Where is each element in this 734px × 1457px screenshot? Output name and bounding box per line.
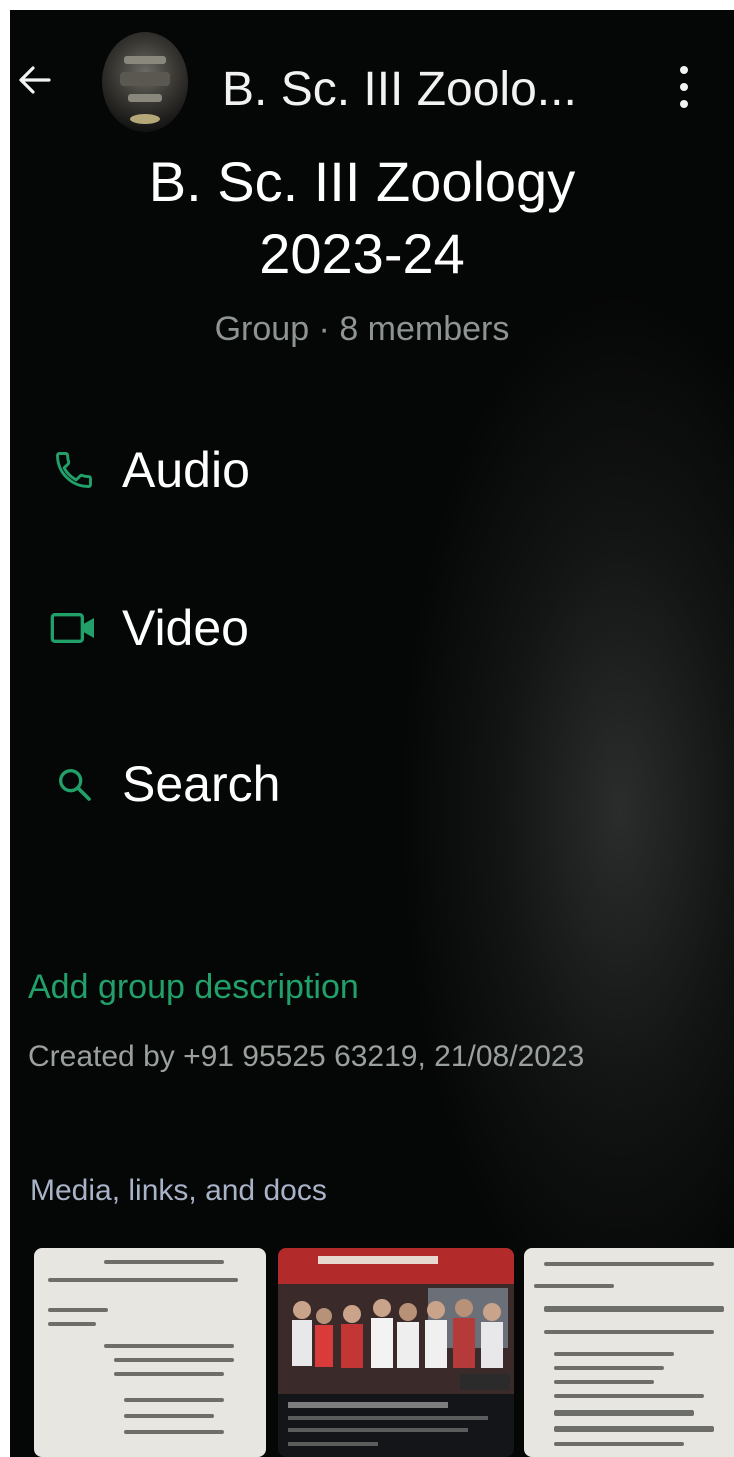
group-meta: Group · 8 members	[214, 310, 510, 348]
document-text-line	[544, 1330, 714, 1334]
document-text-line	[534, 1284, 614, 1288]
document-text-line	[554, 1394, 704, 1398]
media-thumbnail-photo[interactable]	[278, 1248, 514, 1457]
document-text-line	[124, 1398, 224, 1402]
app-bar-title: B. Sc. III Zoolo...	[222, 63, 577, 116]
video-camera-icon	[46, 600, 102, 656]
search-label: Search	[122, 756, 281, 812]
emblem-shape	[124, 56, 166, 64]
emblem-shape	[130, 114, 160, 124]
document-text-line	[104, 1260, 224, 1264]
emblem-shape	[120, 72, 170, 86]
created-by-text: Created by +91 95525 63219, 21/08/2023	[28, 1040, 585, 1073]
document-text-line	[554, 1442, 684, 1446]
search-button[interactable]: Search	[46, 744, 280, 824]
document-text-line	[554, 1410, 694, 1416]
document-text-line	[48, 1322, 96, 1326]
document-text-line	[554, 1352, 674, 1356]
media-links-docs-header[interactable]: Media, links, and docs	[30, 1174, 327, 1208]
app-bar: B. Sc. III Zoolo...	[10, 10, 734, 140]
document-text-line	[554, 1366, 664, 1370]
more-dot-icon	[680, 82, 688, 91]
document-text-line	[124, 1430, 224, 1434]
group-photo-image	[278, 1248, 514, 1446]
audio-call-button[interactable]: Audio	[46, 430, 250, 510]
document-text-line	[114, 1372, 224, 1376]
more-options-button[interactable]	[672, 62, 696, 112]
back-arrow-icon	[19, 66, 51, 94]
phone-icon	[46, 442, 102, 498]
more-dot-icon	[680, 66, 688, 75]
media-thumbnail-document[interactable]	[34, 1248, 266, 1457]
document-text-line	[544, 1262, 714, 1266]
add-group-description-link[interactable]: Add group description	[28, 968, 359, 1007]
more-dot-icon	[680, 99, 688, 108]
document-text-line	[114, 1358, 234, 1362]
emblem-shape	[128, 94, 162, 102]
back-button[interactable]	[14, 60, 54, 100]
group-name[interactable]: B. Sc. III Zoology 2023-24	[117, 146, 607, 290]
document-text-line	[554, 1426, 714, 1432]
media-thumbnail-document[interactable]	[524, 1248, 734, 1457]
document-text-line	[48, 1278, 238, 1282]
document-text-line	[48, 1308, 108, 1312]
document-text-line	[544, 1306, 724, 1312]
document-text-line	[554, 1380, 654, 1384]
group-avatar[interactable]	[102, 32, 188, 132]
group-info-screen: B. Sc. III Zoolo... B. Sc. III Zoology 2…	[10, 10, 734, 1457]
video-call-button[interactable]: Video	[46, 588, 249, 668]
document-text-line	[104, 1344, 234, 1348]
search-icon	[46, 756, 102, 812]
document-text-line	[124, 1414, 214, 1418]
audio-label: Audio	[122, 442, 250, 498]
video-label: Video	[122, 600, 249, 656]
